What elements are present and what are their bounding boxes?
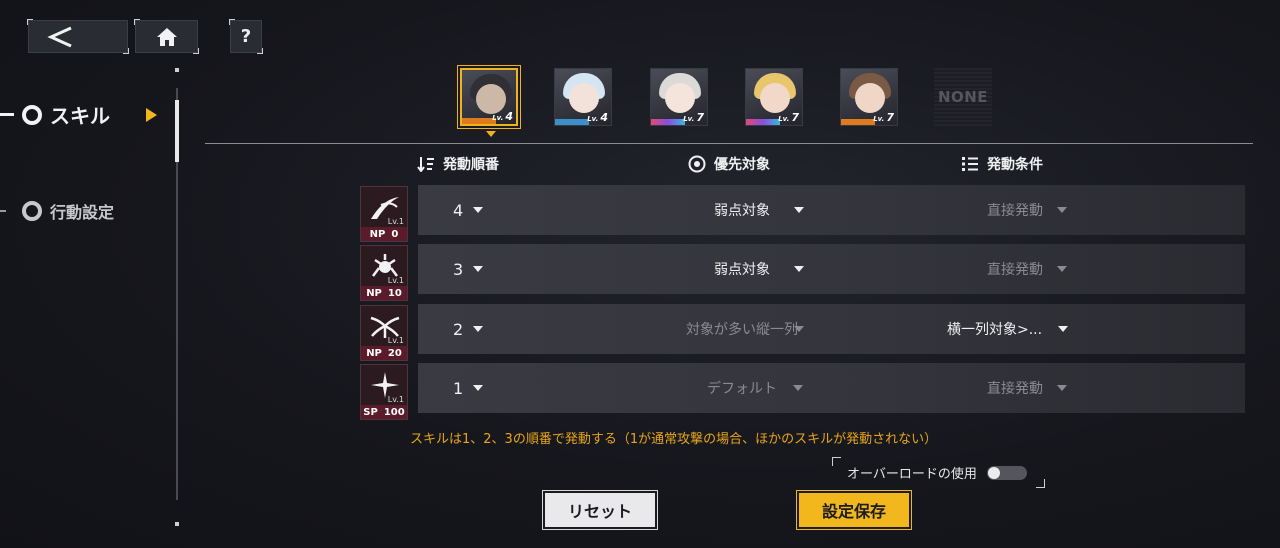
header-condition: 発動条件: [961, 154, 1043, 174]
skill-icon-4[interactable]: Lv.1 SP 100: [360, 364, 408, 420]
skill-level: Lv.1: [387, 395, 404, 404]
sidebar-item-label: 行動設定: [50, 203, 115, 222]
character-level: Lv. 7: [873, 111, 894, 124]
play-arrow-icon: [146, 107, 157, 122]
overload-label: オーバーロードの使用: [847, 467, 977, 482]
skill-row: 4 弱点対象 直接発動: [418, 185, 1245, 235]
rarity-bar: [841, 119, 875, 125]
character-tab-1[interactable]: Lv. 4: [460, 68, 518, 126]
header-order-label: 発動順番: [443, 157, 499, 173]
order-select[interactable]: 2: [453, 304, 484, 354]
header-order: 発動順番: [417, 154, 499, 174]
help-icon: ?: [240, 26, 252, 47]
home-button[interactable]: [134, 19, 199, 54]
rarity-bar: [462, 118, 496, 124]
back-button[interactable]: [27, 19, 129, 54]
character-level: Lv. 7: [683, 111, 704, 124]
sidebar-dot: [175, 522, 179, 526]
character-tab-3[interactable]: Lv. 7: [650, 68, 708, 126]
character-level: Lv. 4: [492, 110, 513, 123]
save-button[interactable]: 設定保存: [799, 493, 909, 527]
skill-level: Lv.1: [387, 217, 404, 226]
character-face: [760, 83, 790, 113]
header-condition-label: 発動条件: [987, 157, 1043, 173]
character-face: [855, 83, 885, 113]
character-tab-empty[interactable]: NONE: [934, 68, 992, 126]
order-select[interactable]: 3: [453, 244, 484, 294]
rarity-bar: [555, 119, 589, 125]
order-select[interactable]: 4: [453, 185, 484, 235]
skill-row: 3 弱点対象 直接発動: [418, 244, 1245, 294]
target-icon: [688, 155, 706, 173]
rarity-bar: [651, 119, 685, 125]
character-tab-2[interactable]: Lv. 4: [554, 68, 612, 126]
gear-icon: [22, 104, 42, 125]
character-level: Lv. 7: [778, 111, 799, 124]
skill-cost: NP 10: [361, 286, 407, 300]
divider: [205, 143, 1253, 144]
inactive-dash: [0, 210, 6, 212]
skill-icon-3[interactable]: Lv.1 NP 20: [360, 305, 408, 361]
target-select[interactable]: デフォルト: [707, 363, 803, 413]
skill-order-note: スキルは1、2、3の順番で発動する（1が通常攻撃の場合、ほかのスキルが発動されな…: [410, 432, 938, 447]
skill-cost: SP 100: [361, 405, 407, 419]
gear-icon: [22, 201, 42, 221]
help-button[interactable]: ?: [229, 19, 263, 54]
skill-cost: NP 20: [361, 346, 407, 360]
character-tab-4[interactable]: Lv. 7: [745, 68, 803, 126]
skill-icon-1[interactable]: Lv.1 NP 0: [360, 186, 408, 242]
condition-select[interactable]: 直接発動: [987, 363, 1067, 413]
home-icon: [156, 27, 177, 46]
sidebar-active-indicator: [175, 100, 179, 162]
character-face: [665, 83, 695, 113]
skill-level: Lv.1: [387, 336, 404, 345]
skill-cost: NP 0: [361, 227, 407, 241]
overload-toggle[interactable]: オーバーロードの使用: [832, 457, 1045, 488]
skill-row: 2 対象が多い縦一列 横一列対象>...: [418, 304, 1245, 354]
condition-select[interactable]: 横一列対象>...: [947, 304, 1069, 354]
active-dash: [0, 113, 14, 116]
condition-select[interactable]: 直接発動: [987, 185, 1067, 235]
list-icon: [962, 157, 978, 171]
skill-row: 1 デフォルト 直接発動: [418, 363, 1245, 413]
character-face: [569, 83, 599, 113]
character-level: Lv. 4: [587, 111, 608, 124]
target-select[interactable]: 対象が多い縦一列: [686, 304, 804, 354]
selected-indicator-icon: [486, 131, 496, 137]
target-select[interactable]: 弱点対象: [714, 185, 804, 235]
back-arrow-icon: [47, 26, 72, 47]
sort-icon: [417, 157, 434, 172]
sidebar-item-label: スキル: [50, 104, 110, 128]
header-target-label: 優先対象: [714, 157, 770, 173]
skill-level: Lv.1: [387, 276, 404, 285]
sidebar-dot: [175, 68, 179, 72]
order-select[interactable]: 1: [453, 363, 484, 413]
character-tab-5[interactable]: Lv. 7: [840, 68, 898, 126]
rarity-bar: [746, 119, 780, 125]
condition-select[interactable]: 直接発動: [987, 244, 1067, 294]
sidebar-item-action[interactable]: 行動設定: [0, 199, 114, 223]
skill-icon-2[interactable]: Lv.1 NP 10: [360, 245, 408, 301]
toggle-switch[interactable]: [986, 465, 1027, 480]
sidebar-item-skill[interactable]: スキル: [0, 100, 157, 129]
target-select[interactable]: 弱点対象: [714, 244, 804, 294]
reset-button[interactable]: リセット: [545, 493, 655, 527]
header-target: 優先対象: [688, 154, 770, 174]
